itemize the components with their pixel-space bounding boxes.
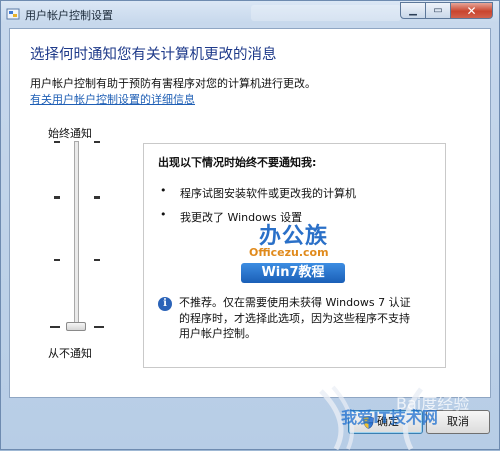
bullet-text: 程序试图安装软件或更改我的计算机 [180,187,356,200]
bullet-icon: • [160,208,167,221]
minimize-button[interactable]: ▁ [400,2,426,19]
close-icon: ✕ [466,3,477,18]
page-heading: 选择何时通知您有关计算机更改的消息 [30,47,277,63]
ok-button-label: 确定 [377,415,399,428]
bullet-icon: • [160,184,167,197]
level-description-box: 出现以下情况时始终不要通知我: • 程序试图安装软件或更改我的计算机 • 我更改… [143,143,446,368]
content-panel: 选择何时通知您有关计算机更改的消息 用户帐户控制有助于预防有害程序对您的计算机进… [9,28,491,398]
slider-tick [54,141,60,143]
minimize-icon: ▁ [409,5,417,16]
slider-tick [94,196,100,199]
slider-bottom-label: 从不通知 [48,347,92,360]
close-button[interactable]: ✕ [451,2,493,19]
title-bar[interactable]: 用户帐户控制设置 ▁ ▭ ✕ [1,1,499,27]
window-title: 用户帐户控制设置 [25,9,113,22]
watermark-win7: Win7教程 [241,263,345,283]
watermark-domain: Officezu.com [249,246,329,259]
ok-button[interactable]: 确定 [348,410,423,434]
slider-tick [54,259,60,261]
info-icon: i [158,297,172,311]
dialog-footer: 确定 取消 [1,399,499,450]
slider-tick [50,326,60,328]
officezu-watermark: 办公族 Officezu.com Win7教程 [239,218,349,288]
uac-help-link[interactable]: 有关用户帐户控制设置的详细信息 [30,91,195,107]
slider-thumb[interactable] [66,322,86,331]
notification-level-slider[interactable] [50,141,104,341]
warning-note: 不推荐。仅在需要使用未获得 Windows 7 认证的程序时，才选择此选项，因为… [179,296,411,340]
slider-tick [94,259,100,261]
slider-track[interactable] [74,141,79,331]
page-description: 用户帐户控制有助于预防有害程序对您的计算机进行更改。 [30,77,316,90]
slider-top-label: 始终通知 [48,127,92,140]
maximize-icon: ▭ [433,5,443,16]
cancel-button[interactable]: 取消 [426,410,490,434]
slider-tick [94,326,104,328]
maximize-button[interactable]: ▭ [426,2,451,19]
slider-tick [94,141,100,143]
slider-tick [54,196,60,199]
uac-shield-icon [6,8,20,20]
caption-buttons: ▁ ▭ ✕ [400,2,493,20]
shield-icon [363,416,374,429]
title-bar-glass [251,5,401,21]
uac-settings-window: 用户帐户控制设置 ▁ ▭ ✕ 选择何时通知您有关计算机更改的消息 用户帐户控制有… [0,0,500,451]
info-heading: 出现以下情况时始终不要通知我: [158,156,317,169]
